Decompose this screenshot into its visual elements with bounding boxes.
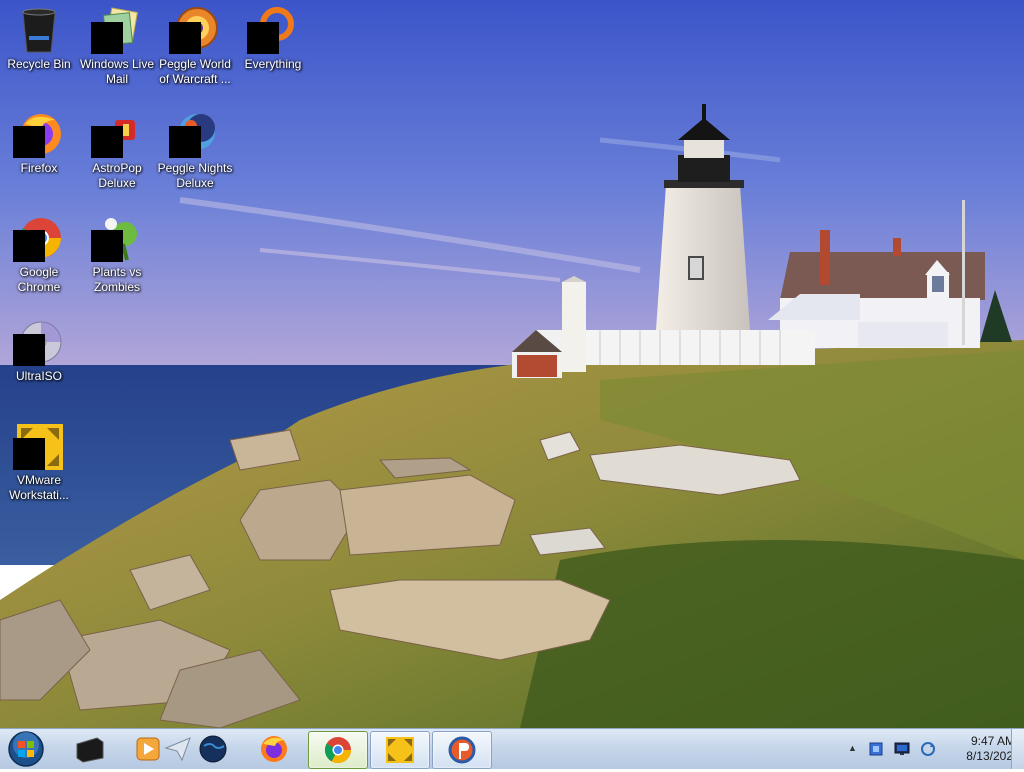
desktop-icon-windows-live-mail[interactable]: Windows Live Mail <box>78 2 156 87</box>
peggle-nights-icon <box>169 110 219 158</box>
firefox-icon <box>261 736 287 762</box>
system-tray: ▲ 9:47 AM 8/13/2024 <box>824 729 1024 769</box>
redaction-block <box>13 126 45 158</box>
redaction-block <box>247 22 279 54</box>
redaction-block <box>13 438 45 470</box>
icon-label: Recycle Bin <box>7 57 71 71</box>
desktop-icon-firefox[interactable]: Firefox <box>0 106 78 176</box>
desktop-icon-peggle-nights[interactable]: Peggle Nights Deluxe <box>156 106 234 191</box>
network-icon[interactable] <box>868 741 884 757</box>
redaction-block <box>13 334 45 366</box>
redaction-block <box>91 230 123 262</box>
everything-search-icon <box>247 6 297 54</box>
redaction-block <box>91 126 123 158</box>
icon-label: Google Chrome <box>17 265 61 294</box>
astropop-icon <box>91 110 141 158</box>
paper-plane-icon <box>164 737 191 762</box>
icon-label: Everything <box>244 57 302 71</box>
desktop-icon-grid: Recycle Bin Windows Live Mail Peggle Wor… <box>0 0 320 520</box>
desktop-icon-plants-vs-zombies[interactable]: Plants vs Zombies <box>78 210 156 295</box>
redaction-block <box>91 22 123 54</box>
ultraiso-icon <box>13 318 63 366</box>
redaction-block <box>169 22 201 54</box>
chrome-icon <box>13 214 63 262</box>
taskbar-item-firefox[interactable] <box>256 731 292 767</box>
icon-label: VMware Workstati... <box>9 473 69 502</box>
recycle-bin-icon <box>15 6 63 54</box>
icon-label: Windows Live Mail <box>79 57 155 86</box>
plants-vs-zombies-icon <box>91 214 141 262</box>
icon-label: Peggle Nights Deluxe <box>157 161 233 190</box>
icon-label: Firefox <box>20 161 58 175</box>
show-hidden-icons-chevron-icon[interactable]: ▲ <box>848 743 857 753</box>
vmware-icon <box>386 737 414 763</box>
monitor-icon[interactable] <box>894 741 910 757</box>
taskbar-item-peggle[interactable] <box>432 731 492 769</box>
peggle-wow-icon <box>169 6 219 54</box>
desktop-icon-vmware-workstation[interactable]: VMware Workstati... <box>0 418 78 503</box>
globe-icon <box>199 735 227 763</box>
icon-label: UltraISO <box>15 369 62 383</box>
sync-icon[interactable] <box>920 741 936 757</box>
taskbar-item-paper-plane[interactable] <box>162 731 194 767</box>
taskbar-item-media-player[interactable] <box>132 731 164 767</box>
cmd-window-icon <box>76 737 104 763</box>
desktop-icon-peggle-wow[interactable]: Peggle World of Warcraft ... <box>156 2 234 87</box>
taskbar: ▲ 9:47 AM 8/13/2024 <box>0 728 1024 769</box>
desktop-icon-google-chrome[interactable]: Google Chrome <box>0 210 78 295</box>
desktop-icon-recycle-bin[interactable]: Recycle Bin <box>0 2 78 72</box>
start-button[interactable] <box>5 731 47 767</box>
icon-label: Plants vs Zombies <box>92 265 142 294</box>
taskbar-item-vmware[interactable] <box>370 731 430 769</box>
chrome-icon <box>324 737 352 764</box>
redaction-block <box>13 230 45 262</box>
windows-orb-icon <box>8 731 44 767</box>
desktop-icon-ultraiso[interactable]: UltraISO <box>0 314 78 384</box>
desktop-icon-astropop[interactable]: AstroPop Deluxe <box>78 106 156 191</box>
taskbar-item-chrome[interactable] <box>308 731 368 769</box>
taskbar-item-window[interactable] <box>68 731 110 767</box>
windows-live-mail-icon <box>91 6 141 54</box>
desktop-icon-everything[interactable]: Everything <box>234 2 312 72</box>
icon-label: AstroPop Deluxe <box>92 161 142 190</box>
vmware-icon <box>13 422 63 470</box>
firefox-icon <box>13 110 63 158</box>
redaction-block <box>169 126 201 158</box>
taskbar-item-globe[interactable] <box>196 731 230 767</box>
icon-label: Peggle World of Warcraft ... <box>159 57 231 86</box>
peggle-icon <box>448 736 476 764</box>
show-desktop-button[interactable] <box>1011 729 1024 769</box>
windows-media-player-icon <box>136 737 160 761</box>
